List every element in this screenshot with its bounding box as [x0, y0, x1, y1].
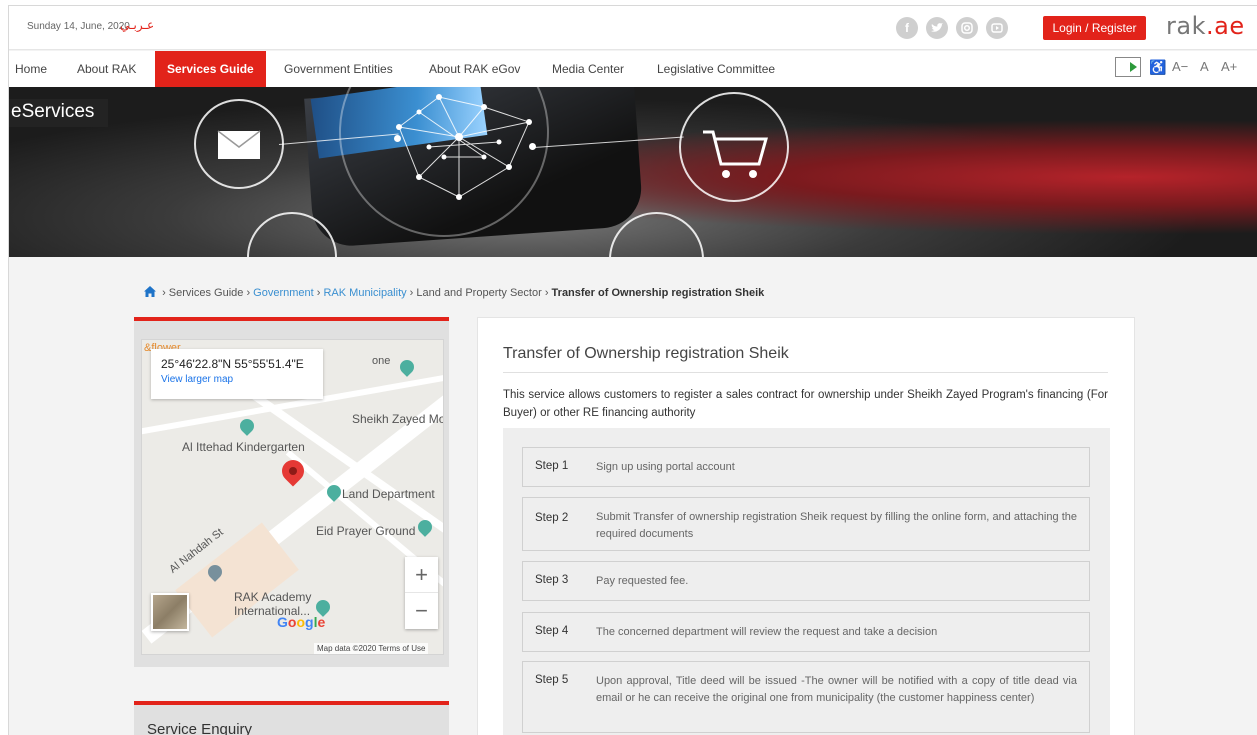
map-label: RAK Academy: [234, 590, 312, 604]
current-date: Sunday 14, June, 2020: [27, 21, 130, 32]
google-letter: g: [305, 614, 314, 630]
service-description: This service allows customers to registe…: [503, 389, 1108, 419]
banner-node: [394, 135, 401, 142]
twitter-icon[interactable]: [926, 17, 948, 39]
title-divider: [503, 372, 1108, 373]
map-label: Al Ittehad Kindergarten: [182, 440, 305, 454]
nav-about-rak-egov[interactable]: About RAK eGov: [429, 51, 520, 87]
youtube-icon[interactable]: [986, 17, 1008, 39]
zoom-out-button[interactable]: −: [405, 593, 438, 629]
step-text: Upon approval, Title deed will be issued…: [596, 675, 1077, 704]
cart-icon: [679, 92, 789, 202]
satellite-view-thumbnail[interactable]: [151, 593, 189, 631]
step-label: Step 2: [535, 512, 569, 524]
logo-text: rak: [1166, 12, 1206, 40]
step-text: The concerned department will review the…: [596, 626, 938, 638]
breadcrumb-government[interactable]: Government: [253, 287, 314, 299]
step-label: Step 4: [535, 625, 569, 637]
rak-ae-logo[interactable]: rak.ae: [1166, 12, 1245, 40]
breadcrumb-sep: ›: [541, 287, 552, 299]
step-4: Step 4 The concerned department will rev…: [522, 612, 1090, 652]
service-enquiry-heading: Service Enquiry: [147, 721, 253, 735]
step-5: Step 5 Upon approval, Title deed will be…: [522, 661, 1090, 733]
breadcrumb-services-guide[interactable]: Services Guide: [169, 287, 244, 299]
map-coordinates: 25°46'22.8"N 55°55'51.4"E: [161, 357, 304, 371]
step-text: Sign up using portal account: [596, 461, 735, 473]
step-label: Step 1: [535, 460, 569, 472]
breadcrumb-current: Transfer of Ownership registration Sheik: [551, 287, 765, 299]
breadcrumb: › Services Guide › Government › RAK Muni…: [144, 285, 764, 299]
breadcrumb-sep: ›: [162, 287, 169, 299]
map-label: one: [372, 355, 391, 367]
eservices-banner: eServices: [9, 87, 1257, 257]
google-letter: G: [277, 614, 288, 630]
kindergarten-marker-icon[interactable]: [237, 416, 257, 436]
arabic-language-link[interactable]: عـربـي: [120, 18, 154, 32]
nav-about-rak[interactable]: About RAK: [77, 51, 136, 87]
accessibility-icon[interactable]: ♿: [1149, 59, 1166, 76]
breadcrumb-sep: ›: [406, 287, 417, 299]
view-larger-map-link[interactable]: View larger map: [161, 374, 313, 385]
step-2: Step 2 Submit Transfer of ownership regi…: [522, 497, 1090, 551]
service-title: Transfer of Ownership registration Sheik: [503, 345, 789, 362]
nav-home[interactable]: Home: [15, 51, 47, 87]
service-enquiry-panel: Service Enquiry: [134, 701, 449, 735]
google-logo: Google: [277, 614, 325, 630]
logo-suffix: .ae: [1205, 12, 1245, 40]
nav-services-guide[interactable]: Services Guide: [155, 51, 266, 87]
map-info-card: 25°46'22.8"N 55°55'51.4"E View larger ma…: [151, 349, 323, 399]
top-bar: Sunday 14, June, 2020 عـربـي f Login / R…: [9, 6, 1257, 50]
step-1: Step 1 Sign up using portal account: [522, 447, 1090, 487]
google-letter: o: [296, 614, 306, 630]
nav-legislative-committee[interactable]: Legislative Committee: [657, 51, 775, 87]
banner-node: [529, 143, 536, 150]
mosque-marker-icon[interactable]: [397, 357, 417, 377]
breadcrumb-land-property[interactable]: Land and Property Sector: [416, 287, 541, 299]
main-nav: Home About RAK Services Guide Government…: [9, 51, 1257, 87]
nav-government-entities[interactable]: Government Entities: [284, 51, 393, 87]
map-footer[interactable]: Map data ©2020 Terms of Use: [314, 643, 429, 654]
instagram-icon[interactable]: [956, 17, 978, 39]
map-label: Land Department: [342, 487, 435, 501]
map-label: Eid Prayer Ground: [316, 524, 416, 538]
map-label: Sheikh Zayed Mo: [352, 412, 444, 426]
step-text: Submit Transfer of ownership registratio…: [596, 511, 1077, 540]
font-reset-button[interactable]: A: [1200, 59, 1209, 74]
listen-play-icon[interactable]: [1115, 57, 1141, 77]
step-label: Step 3: [535, 574, 569, 586]
browser-frame: Sunday 14, June, 2020 عـربـي f Login / R…: [8, 5, 1257, 735]
breadcrumb-sep: ›: [243, 287, 254, 299]
home-icon[interactable]: [144, 286, 156, 297]
banner-title: eServices: [9, 99, 109, 127]
nav-media-center[interactable]: Media Center: [552, 51, 624, 87]
font-increase-button[interactable]: A+: [1221, 59, 1237, 74]
font-decrease-button[interactable]: A−: [1172, 59, 1188, 74]
zoom-in-button[interactable]: +: [405, 557, 438, 593]
breadcrumb-rak-municipality[interactable]: RAK Municipality: [323, 287, 406, 299]
google-letter: e: [317, 614, 326, 630]
mail-icon: [194, 99, 284, 189]
zoom-controls: + −: [405, 557, 438, 629]
facebook-icon[interactable]: f: [896, 17, 918, 39]
network-graphic: [396, 94, 532, 200]
step-text: Pay requested fee.: [596, 575, 689, 587]
step-label: Step 5: [535, 674, 569, 686]
step-3: Step 3 Pay requested fee.: [522, 561, 1090, 601]
login-register-button[interactable]: Login / Register: [1043, 16, 1146, 40]
